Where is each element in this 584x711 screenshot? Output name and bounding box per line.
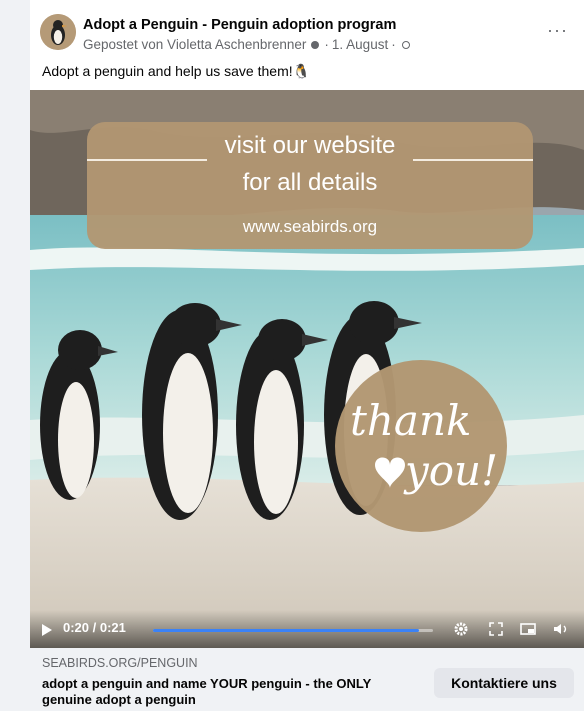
gear-icon[interactable] bbox=[454, 622, 468, 636]
expand-icon[interactable] bbox=[489, 622, 503, 636]
picture-in-picture-icon[interactable] bbox=[520, 623, 536, 635]
verified-icon bbox=[311, 40, 320, 49]
link-domain: SEABIRDS.ORG/PENGUIN bbox=[42, 656, 198, 670]
post-meta: Gepostet von Violetta Aschenbrenner · 1.… bbox=[83, 37, 410, 52]
banner-line-1: visit our website bbox=[224, 132, 396, 159]
post-card: Adopt a Penguin - Penguin adoption progr… bbox=[30, 0, 584, 711]
progress-fill bbox=[153, 629, 419, 632]
posted-by[interactable]: Gepostet von Violetta Aschenbrenner bbox=[83, 37, 306, 52]
thanks-word-1: thank bbox=[350, 396, 471, 445]
play-icon[interactable] bbox=[42, 624, 52, 636]
banner-line-2: for all details bbox=[242, 169, 378, 196]
post-caption: Adopt a penguin and help us save them!🐧 bbox=[42, 63, 311, 79]
meta-separator: · bbox=[324, 37, 329, 52]
volume-icon[interactable] bbox=[553, 622, 569, 636]
more-options-button[interactable]: ··· bbox=[547, 20, 568, 41]
banner-url: www.seabirds.org bbox=[242, 217, 378, 236]
page-name-link[interactable]: Adopt a Penguin - Penguin adoption progr… bbox=[83, 17, 396, 33]
link-preview[interactable]: SEABIRDS.ORG/PENGUIN adopt a penguin and… bbox=[30, 648, 584, 711]
post-header: Adopt a Penguin - Penguin adoption progr… bbox=[30, 0, 584, 90]
video-time: 0:20 / 0:21 bbox=[63, 620, 126, 635]
contact-button[interactable]: Kontaktiere uns bbox=[434, 668, 574, 698]
progress-bar[interactable] bbox=[153, 629, 433, 632]
video-controls: 0:20 / 0:21 bbox=[30, 610, 584, 648]
thank-you-badge: thank you! bbox=[335, 360, 507, 532]
globe-icon bbox=[401, 40, 410, 49]
heart-icon bbox=[375, 457, 405, 488]
post-date[interactable]: 1. August bbox=[332, 37, 388, 52]
penguin-icon bbox=[40, 14, 76, 50]
thanks-word-2: you! bbox=[403, 446, 498, 495]
meta-separator-2: · bbox=[391, 37, 396, 52]
page-avatar[interactable] bbox=[40, 14, 76, 50]
website-banner: visit our website for all details www.se… bbox=[87, 122, 533, 249]
video-player[interactable]: visit our website for all details www.se… bbox=[30, 90, 584, 648]
link-title[interactable]: adopt a penguin and name YOUR penguin - … bbox=[42, 676, 412, 708]
